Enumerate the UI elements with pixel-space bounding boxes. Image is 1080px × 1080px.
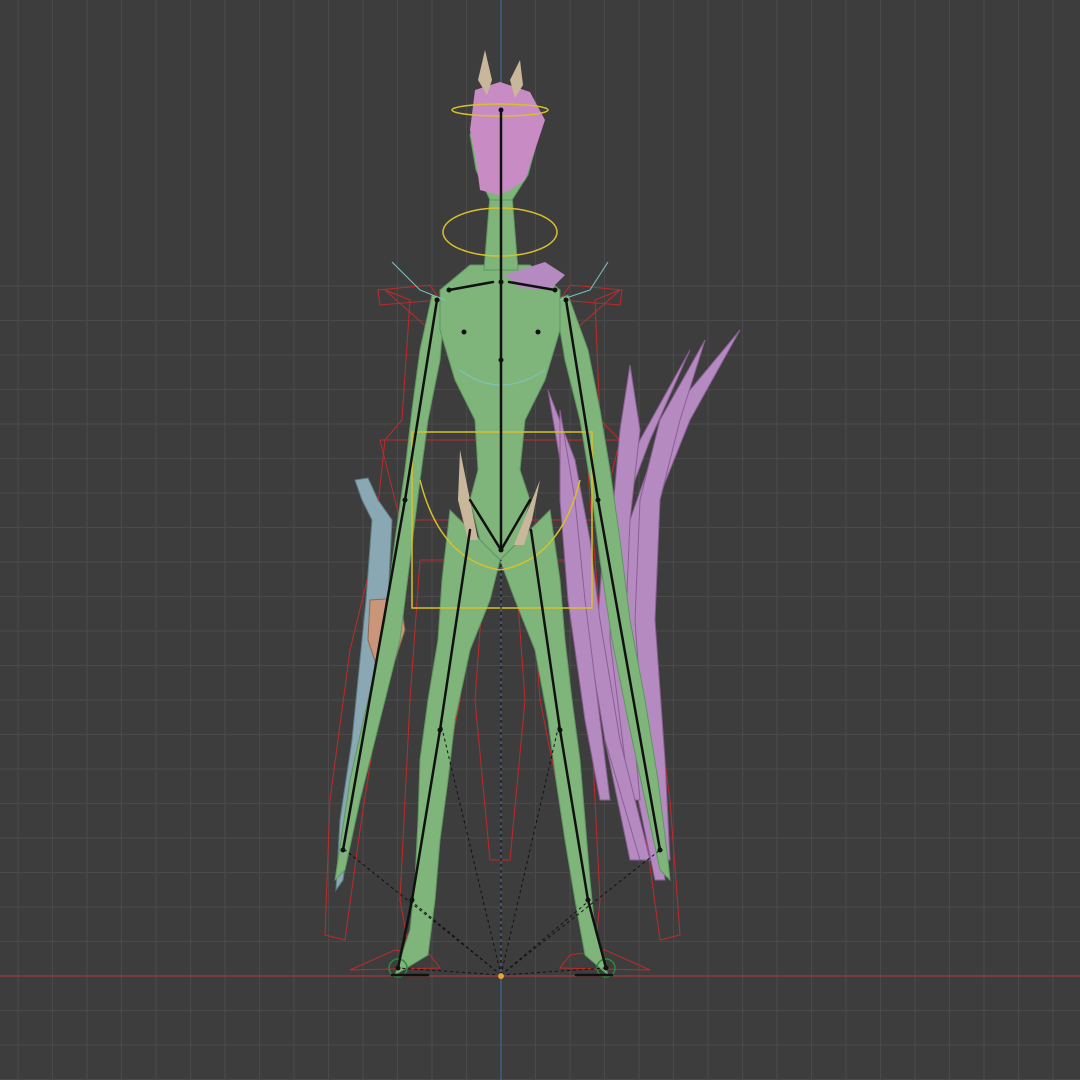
3d-viewport[interactable] xyxy=(0,0,1080,1080)
joint-foot-left[interactable] xyxy=(395,965,401,971)
joint-ankle-right[interactable] xyxy=(585,897,591,903)
joint-ankle-left[interactable] xyxy=(409,897,415,903)
joint-foot-right[interactable] xyxy=(603,965,609,971)
hair-mesh[interactable] xyxy=(470,82,545,195)
joint-neck[interactable] xyxy=(498,279,504,285)
joint-hand-right[interactable] xyxy=(657,847,663,853)
joint-upper-arm-left[interactable] xyxy=(434,297,440,303)
selection-curve-right-shoulder xyxy=(559,261,609,301)
joint-pelvis[interactable] xyxy=(498,547,504,553)
joint-shoulder-left[interactable] xyxy=(446,287,452,293)
joint-elbow-left[interactable] xyxy=(402,497,408,503)
viewport-canvas[interactable] xyxy=(0,0,1080,1080)
joint-upper-arm-right[interactable] xyxy=(563,297,569,303)
selection-curve-left-shoulder xyxy=(391,261,446,301)
joint-hand-left[interactable] xyxy=(340,847,346,853)
joint-elbow-right[interactable] xyxy=(595,497,601,503)
joint-head[interactable] xyxy=(498,107,504,113)
joint-shoulder-right[interactable] xyxy=(552,287,558,293)
joint-knee-right[interactable] xyxy=(557,727,563,733)
joint-chest-right[interactable] xyxy=(535,329,541,335)
joint-spine-mid[interactable] xyxy=(498,357,504,363)
joint-chest-left[interactable] xyxy=(461,329,467,335)
joint-knee-left[interactable] xyxy=(437,727,443,733)
origin-marker-icon xyxy=(498,973,504,979)
